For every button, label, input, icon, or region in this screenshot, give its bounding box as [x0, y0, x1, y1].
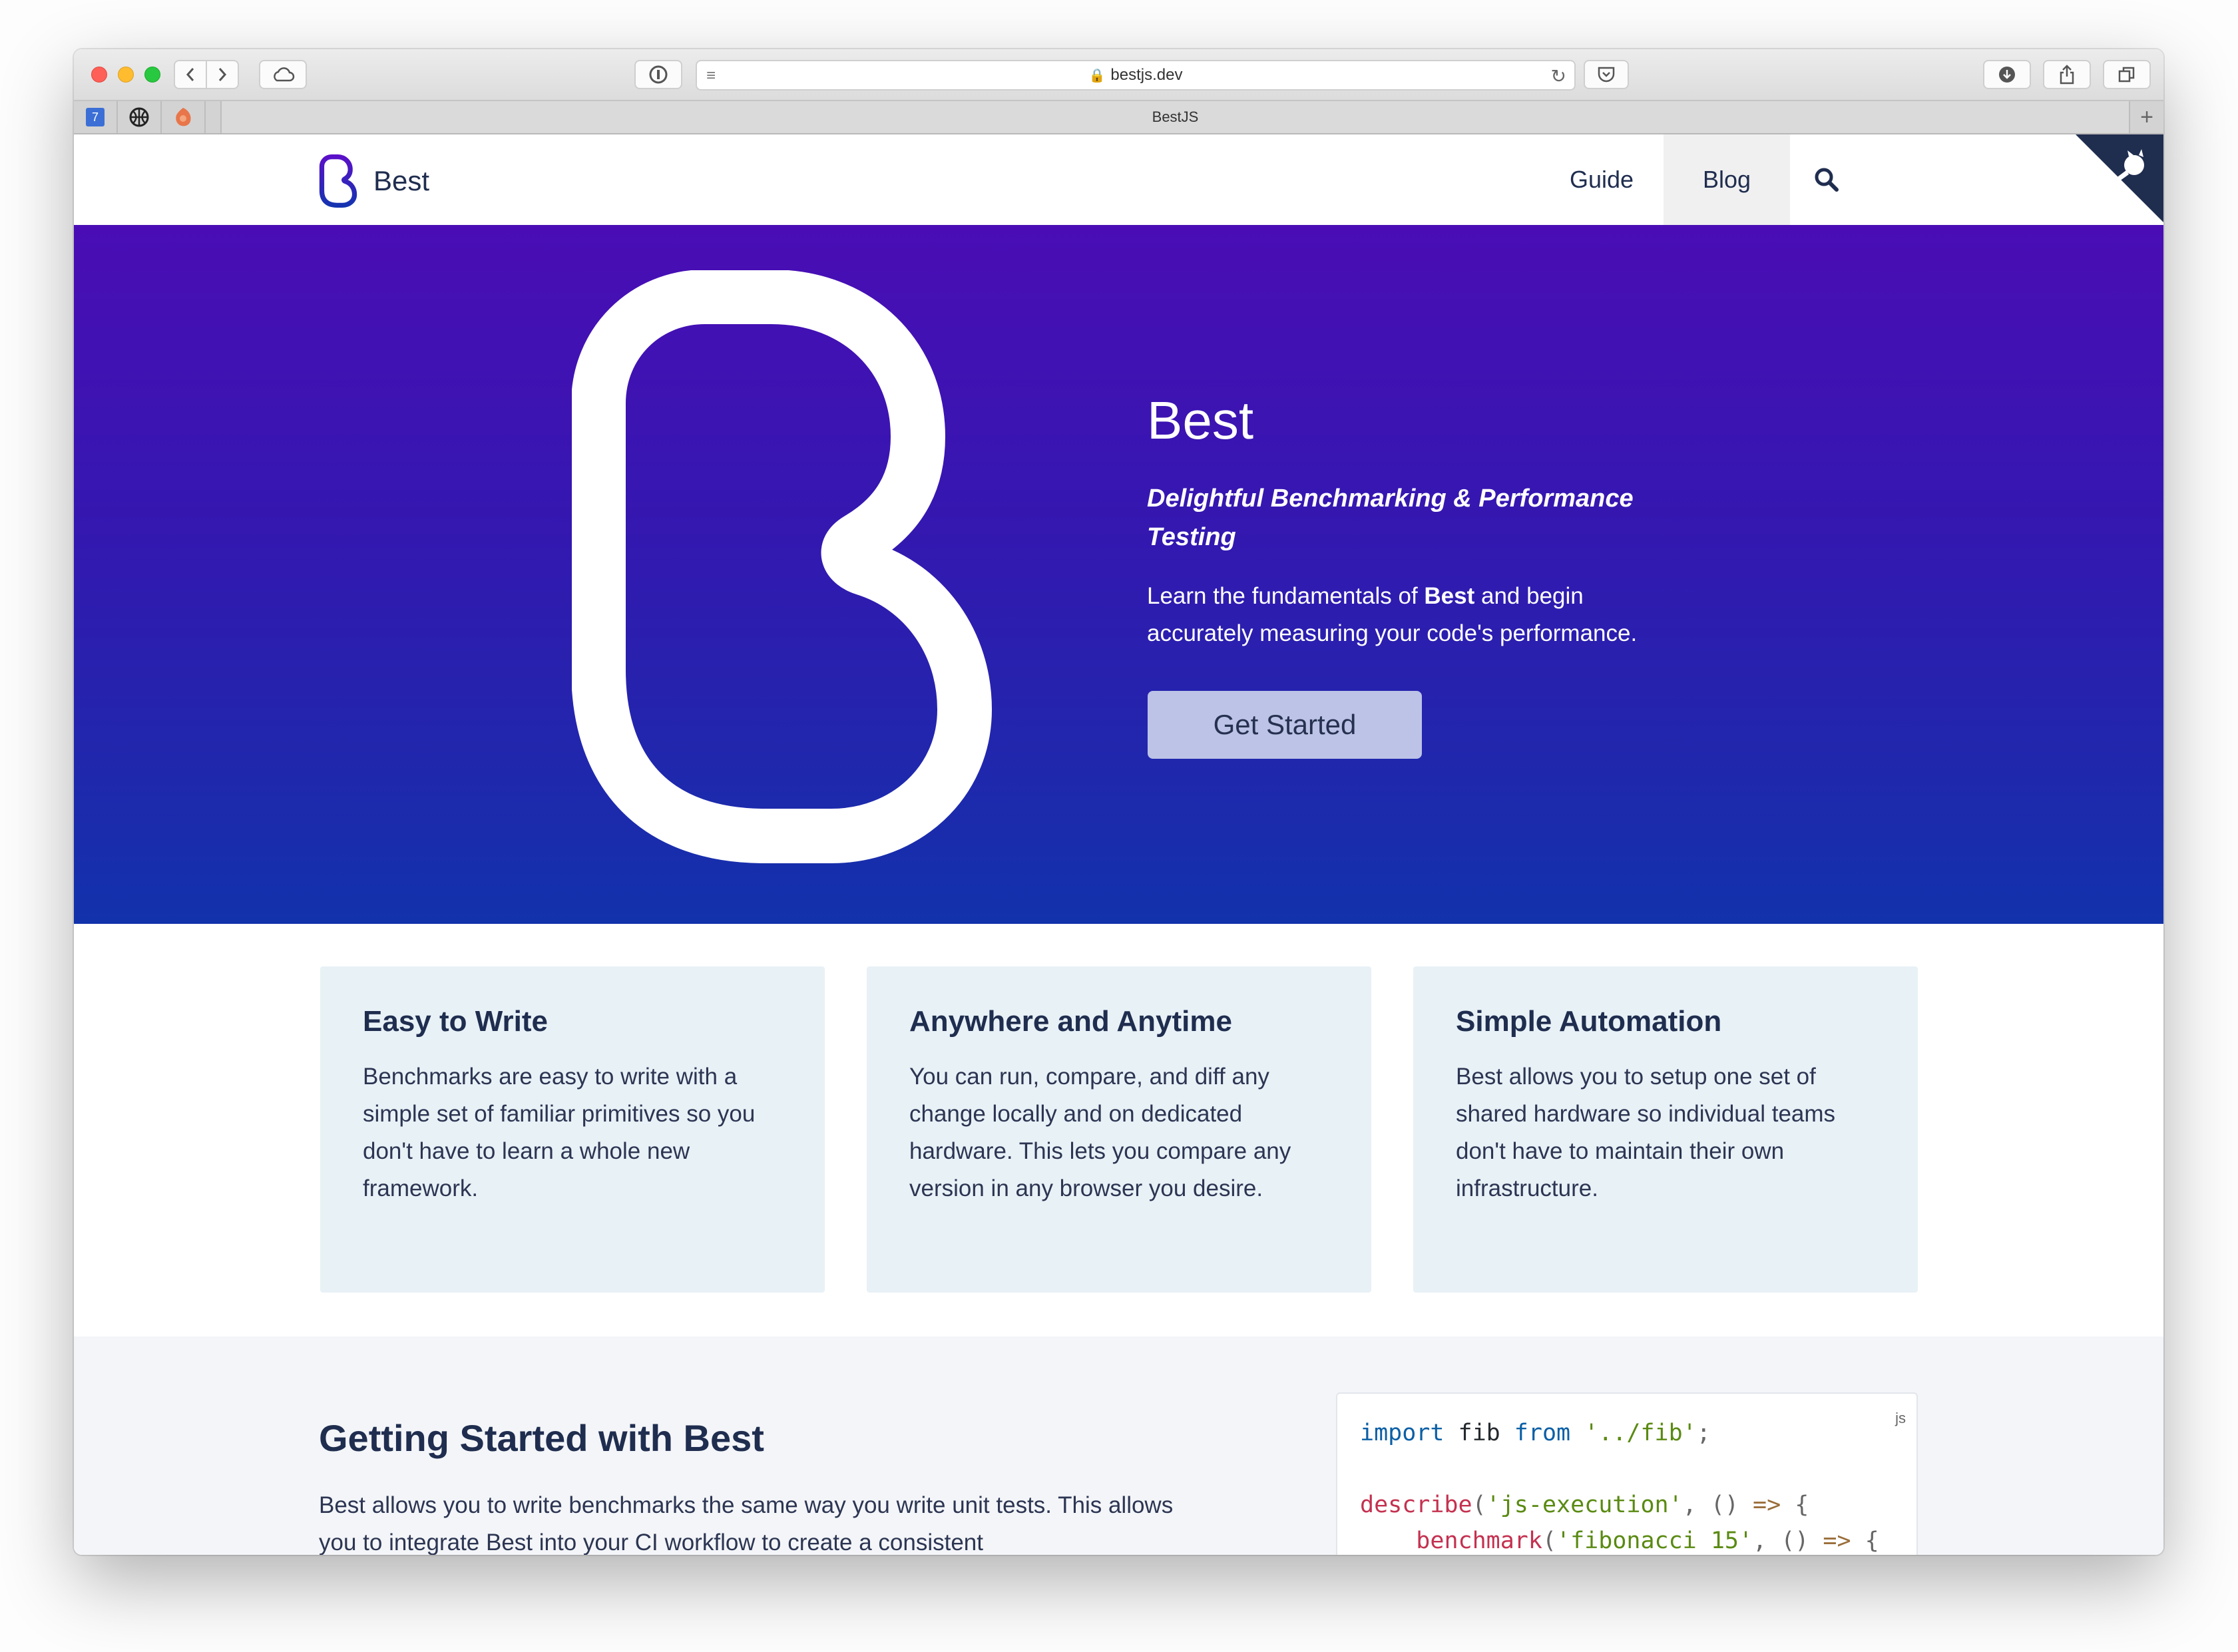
- pinned-tab-calendar[interactable]: 7: [74, 101, 118, 133]
- screenshot-stage: ≡ 🔒 bestjs.dev ↻ 7 BestJS + Best Guide B…: [0, 0, 2238, 1652]
- code-function: describe: [1360, 1492, 1472, 1518]
- code-line: benchmark('fibonacci 15', () => {: [1360, 1523, 1916, 1555]
- new-tab-button[interactable]: +: [2129, 101, 2163, 133]
- address-bar[interactable]: ≡ 🔒 bestjs.dev ↻: [696, 60, 1576, 91]
- hero-desc-prefix: Learn the fundamentals of: [1147, 583, 1425, 609]
- code-string: 'fibonacci 15': [1556, 1528, 1753, 1554]
- reader-view-icon[interactable]: ≡: [706, 67, 716, 85]
- code-string: '../fib': [1570, 1420, 1697, 1446]
- feature-title: Easy to Write: [363, 1005, 548, 1038]
- code-punctuation: ,: [1753, 1528, 1781, 1554]
- password-manager-button[interactable]: [634, 60, 682, 89]
- nav-blog-link[interactable]: Blog: [1664, 134, 1790, 225]
- code-punctuation: (: [1472, 1492, 1486, 1518]
- feature-body: Best allows you to setup one set of shar…: [1456, 1064, 1836, 1201]
- pocket-icon: [1598, 67, 1615, 83]
- code-identifier: fib: [1444, 1420, 1514, 1446]
- browser-window: ≡ 🔒 bestjs.dev ↻ 7 BestJS + Best Guide B…: [74, 49, 2163, 1555]
- back-button[interactable]: [175, 61, 207, 88]
- minimize-window-button[interactable]: [118, 67, 134, 83]
- chevron-right-icon: [218, 68, 227, 81]
- hero-tagline: Delightful Benchmarking & Performance Te…: [1147, 485, 1634, 551]
- feature-card: Simple Automation Best allows you to set…: [1413, 966, 1918, 1293]
- nav-guide-link[interactable]: Guide: [1538, 134, 1665, 225]
- tabs-overview-icon: [2118, 67, 2135, 83]
- code-keyword: import: [1360, 1420, 1445, 1446]
- pinned-tab-basketball[interactable]: [118, 101, 162, 133]
- show-tabs-button[interactable]: [2103, 60, 2151, 89]
- pinned-tab-firefox[interactable]: [162, 101, 206, 133]
- downloads-button[interactable]: [1983, 60, 2031, 89]
- getting-started-body: Best allows you to write benchmarks the …: [319, 1492, 1174, 1555]
- brand-link[interactable]: Best: [319, 154, 429, 208]
- firefox-icon: [176, 108, 191, 126]
- history-nav: [174, 60, 239, 89]
- code-operator: =>: [1738, 1492, 1781, 1518]
- code-string: 'js-execution': [1486, 1492, 1683, 1518]
- code-punctuation: ;: [1696, 1420, 1711, 1446]
- features-section: Easy to Write Benchmarks are easy to wri…: [74, 924, 2163, 1337]
- search-button[interactable]: [1797, 134, 1857, 225]
- code-punctuation: (: [1542, 1528, 1557, 1554]
- tab-bar: 7 BestJS +: [74, 101, 2163, 134]
- getting-started-section: Getting Started with Best Best allows yo…: [74, 1337, 2163, 1555]
- zoom-window-button[interactable]: [144, 67, 160, 83]
- code-language-label: js: [1895, 1410, 1906, 1426]
- feature-card: Easy to Write Benchmarks are easy to wri…: [320, 966, 825, 1293]
- feature-body: You can run, compare, and diff any chang…: [909, 1064, 1291, 1201]
- hero-best-logo-icon: [572, 270, 992, 863]
- active-tab[interactable]: BestJS: [220, 101, 2129, 133]
- chevron-left-icon: [186, 68, 194, 81]
- calendar-icon: 7: [86, 108, 105, 126]
- best-logo-icon: [319, 154, 357, 208]
- code-punctuation: (): [1710, 1492, 1739, 1518]
- share-button[interactable]: [2043, 60, 2091, 89]
- feature-title: Simple Automation: [1456, 1005, 1722, 1038]
- get-started-button[interactable]: Get Started: [1148, 691, 1422, 759]
- code-punctuation: {: [1781, 1492, 1809, 1518]
- search-icon: [1815, 168, 1839, 192]
- forward-button[interactable]: [207, 61, 238, 88]
- feature-title: Anywhere and Anytime: [909, 1005, 1232, 1038]
- pocket-button[interactable]: [1584, 60, 1629, 89]
- hero-title: Best: [1147, 391, 1254, 450]
- brand-name: Best: [373, 165, 430, 196]
- hero-desc-bold: Best: [1424, 583, 1475, 609]
- code-punctuation: {: [1851, 1528, 1879, 1554]
- code-punctuation: (): [1781, 1528, 1809, 1554]
- onepassword-icon: [649, 65, 668, 84]
- github-corner-link[interactable]: [2076, 134, 2163, 222]
- feature-body: Benchmarks are easy to write with a simp…: [363, 1064, 756, 1201]
- browser-toolbar: ≡ 🔒 bestjs.dev ↻: [74, 49, 2163, 101]
- lock-icon: 🔒: [1088, 68, 1106, 83]
- site-header: Best Guide Blog: [74, 134, 2163, 225]
- code-line: import fib from '../fib';: [1360, 1415, 1916, 1451]
- code-keyword: from: [1514, 1420, 1571, 1446]
- feature-card: Anywhere and Anytime You can run, compar…: [867, 966, 1371, 1293]
- code-punctuation: ,: [1682, 1492, 1711, 1518]
- getting-started-title: Getting Started with Best: [319, 1417, 764, 1459]
- basketball-icon: [129, 107, 149, 127]
- hero-section: Best Delightful Benchmarking & Performan…: [74, 225, 2163, 924]
- hero-description: Learn the fundamentals of Best and begin…: [1147, 578, 1693, 652]
- code-function: benchmark: [1416, 1528, 1542, 1554]
- code-line: describe('js-execution', () => {: [1360, 1487, 1916, 1523]
- hero-text: Best Delightful Benchmarking & Performan…: [1147, 394, 1693, 652]
- code-sample: js import fib from '../fib'; describe('j…: [1336, 1392, 1918, 1555]
- reload-icon[interactable]: ↻: [1551, 65, 1566, 87]
- close-window-button[interactable]: [91, 67, 107, 83]
- code-operator: =>: [1809, 1528, 1851, 1554]
- cloud-icon: [274, 67, 295, 82]
- url-text: bestjs.dev: [1110, 66, 1183, 84]
- share-icon: [2060, 65, 2074, 85]
- icloud-tabs-button[interactable]: [259, 60, 307, 89]
- web-page: Best Guide Blog Best Delightful Benchmar…: [74, 134, 2163, 1555]
- download-icon: [1999, 67, 2015, 83]
